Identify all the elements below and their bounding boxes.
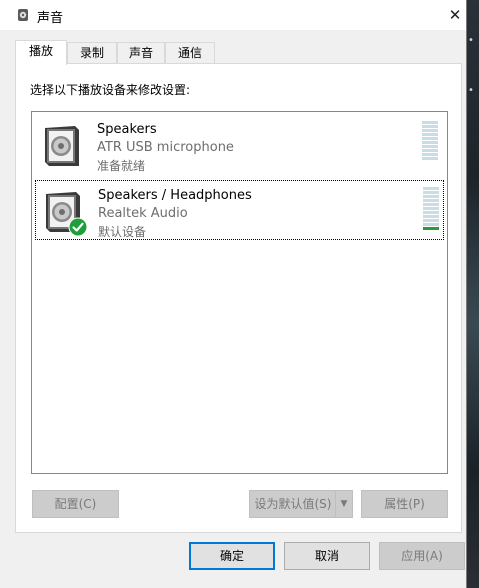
device-subtitle: Realtek Audio — [98, 206, 188, 221]
meter-baseline — [423, 227, 439, 230]
device-list[interactable]: Speakers ATR USB microphone 准备就绪 Speaker… — [31, 111, 448, 474]
speaker-icon — [45, 126, 79, 166]
meter-bar — [422, 149, 438, 152]
instruction-text: 选择以下播放设备来修改设置: — [30, 83, 191, 97]
set-default-label: 设为默认值(S) — [254, 497, 332, 511]
volume-meter — [422, 121, 438, 161]
meter-bar — [423, 199, 439, 202]
title-bar[interactable]: 声音 ✕ — [0, 0, 466, 30]
meter-bar — [422, 121, 438, 124]
cancel-button[interactable]: 取消 — [284, 542, 370, 570]
meter-bar — [423, 219, 439, 222]
device-name: Speakers / Headphones — [98, 188, 252, 203]
volume-meter — [423, 187, 439, 230]
meter-bar — [423, 211, 439, 214]
meter-bar — [423, 195, 439, 198]
meter-bar — [423, 187, 439, 190]
device-status: 默认设备 — [98, 225, 147, 239]
meter-bar — [423, 223, 439, 226]
meter-bar — [422, 137, 438, 140]
meter-bar — [423, 203, 439, 206]
device-row-speakers-headphones[interactable]: Speakers / Headphones Realtek Audio 默认设备 — [35, 180, 444, 240]
device-name: Speakers — [97, 122, 157, 137]
window-title: 声音 — [37, 11, 64, 26]
meter-bar — [422, 157, 438, 160]
speaker-icon — [18, 9, 28, 21]
green-check-icon — [68, 217, 88, 237]
configure-button[interactable]: 配置(C) — [32, 490, 119, 518]
meter-bar — [422, 153, 438, 156]
device-subtitle: ATR USB microphone — [97, 140, 234, 155]
desktop-background: • • — [467, 0, 479, 588]
meter-bar — [422, 141, 438, 144]
meter-bar — [423, 207, 439, 210]
meter-bar — [422, 133, 438, 136]
ok-button[interactable]: 确定 — [189, 542, 275, 570]
meter-bar — [423, 215, 439, 218]
close-button[interactable]: ✕ — [446, 6, 464, 24]
properties-button[interactable]: 属性(P) — [361, 490, 448, 518]
chevron-down-icon[interactable]: ▼ — [335, 491, 352, 517]
meter-bar — [422, 145, 438, 148]
meter-bar — [422, 129, 438, 132]
sound-dialog: 声音 ✕ 播放 录制 声音 通信 选择以下播放设备来修改设置: Speakers — [0, 0, 467, 588]
tab-panel: 选择以下播放设备来修改设置: Speakers ATR USB micropho… — [15, 63, 462, 533]
desktop-icon: • — [468, 35, 474, 46]
device-row-speakers[interactable]: Speakers ATR USB microphone 准备就绪 — [35, 115, 444, 175]
tab-playback[interactable]: 播放 — [15, 40, 67, 65]
meter-bar — [423, 191, 439, 194]
tab-recording[interactable]: 录制 — [67, 42, 117, 63]
meter-bar — [422, 125, 438, 128]
tab-communications[interactable]: 通信 — [165, 42, 215, 63]
desktop-icon: • — [468, 85, 474, 96]
tab-sounds[interactable]: 声音 — [117, 42, 165, 63]
apply-button[interactable]: 应用(A) — [379, 542, 465, 570]
device-status: 准备就绪 — [97, 159, 146, 173]
set-default-button[interactable]: 设为默认值(S) ▼ — [249, 490, 353, 518]
